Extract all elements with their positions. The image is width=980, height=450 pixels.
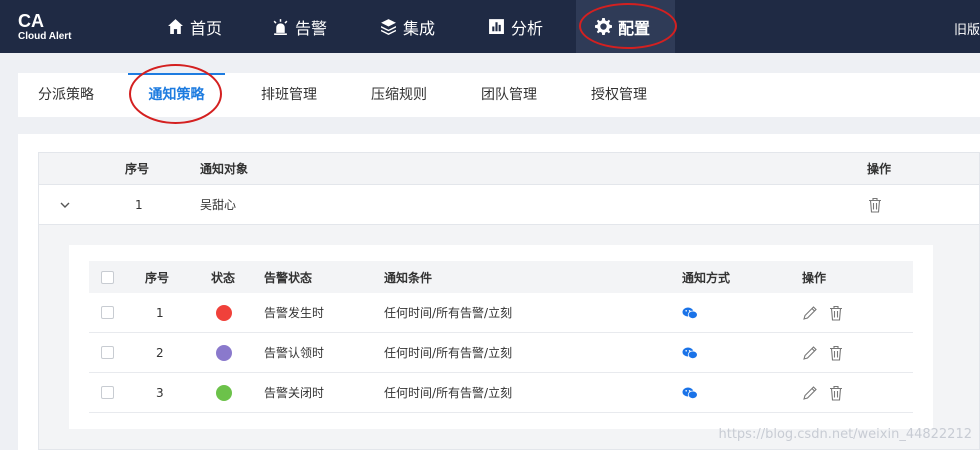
- trash-icon[interactable]: [828, 385, 844, 401]
- row-index: 1: [135, 197, 143, 212]
- tab-dispatch-policy[interactable]: 分派策略: [38, 73, 94, 117]
- header-status: 状态: [211, 270, 236, 285]
- table-row: 1 告警发生时 任何时间/所有告警/立刻: [89, 293, 913, 333]
- table-row: 3 告警关闭时 任何时间/所有告警/立刻: [89, 373, 913, 413]
- expand-toggle[interactable]: [57, 185, 73, 224]
- nav-item-alarm[interactable]: 告警: [272, 0, 327, 53]
- trash-icon[interactable]: [828, 305, 844, 321]
- rule-alert-status: 告警认领时: [264, 346, 325, 360]
- layers-icon: [381, 19, 396, 35]
- tab-compress-rules[interactable]: 压缩规则: [371, 73, 427, 117]
- watermark: https://blog.csdn.net/weixin_44822212: [718, 427, 972, 442]
- rule-alert-status: 告警关闭时: [264, 386, 325, 400]
- edit-icon[interactable]: [802, 385, 818, 401]
- trash-icon[interactable]: [828, 345, 844, 361]
- policy-table-header: 序号 通知对象 操作: [39, 153, 979, 185]
- row-target: 吴甜心: [200, 198, 237, 212]
- rule-index: 3: [156, 385, 164, 400]
- tab-team[interactable]: 团队管理: [481, 73, 537, 117]
- row-checkbox[interactable]: [101, 386, 114, 399]
- nav-label-integration: 集成: [403, 18, 436, 38]
- row-checkbox[interactable]: [101, 306, 114, 319]
- wechat-icon: [682, 307, 698, 319]
- nav-label-alarm: 告警: [295, 18, 328, 38]
- brand-logo[interactable]: CA Cloud Alert: [18, 11, 72, 43]
- brand-subtitle: Cloud Alert: [18, 31, 72, 42]
- row-checkbox[interactable]: [101, 346, 114, 359]
- chart-icon: [489, 19, 504, 34]
- old-version-link[interactable]: 旧版: [954, 19, 980, 38]
- nav-label-home: 首页: [190, 18, 223, 38]
- delete-policy-button[interactable]: [867, 185, 883, 224]
- tab-schedule[interactable]: 排班管理: [261, 73, 317, 117]
- status-dot: [216, 384, 232, 401]
- select-all-checkbox[interactable]: [101, 270, 114, 284]
- rule-condition: 任何时间/所有告警/立刻: [384, 306, 513, 320]
- edit-icon[interactable]: [802, 345, 818, 361]
- rule-index: 1: [156, 305, 164, 320]
- rule-condition: 任何时间/所有告警/立刻: [384, 346, 513, 360]
- main-panel: 序号 通知对象 操作 1 吴甜心 序号 状态 告警状态 通知条件 通知方式 操作: [18, 134, 980, 450]
- wechat-icon: [682, 347, 698, 359]
- header-target: 通知对象: [200, 162, 249, 176]
- annotation-circle-config: [579, 3, 677, 49]
- wechat-icon: [682, 387, 698, 399]
- header-index: 序号: [125, 162, 150, 176]
- rule-index: 2: [156, 345, 164, 360]
- rule-condition: 任何时间/所有告警/立刻: [384, 386, 513, 400]
- status-dot: [216, 344, 232, 361]
- header-condition: 通知条件: [384, 270, 433, 285]
- top-navbar: CA Cloud Alert 首页 告警 集成 分析 配置 旧版: [0, 0, 980, 53]
- nav-item-analysis[interactable]: 分析: [488, 0, 543, 53]
- header-actions: 操作: [867, 162, 892, 176]
- policy-row: 1 吴甜心: [39, 185, 979, 225]
- nav-label-analysis: 分析: [511, 18, 544, 38]
- trash-icon: [869, 197, 881, 213]
- nav-item-integration[interactable]: 集成: [380, 0, 435, 53]
- header-alert-status: 告警状态: [264, 270, 313, 285]
- header-method: 通知方式: [682, 270, 731, 285]
- tab-authorization[interactable]: 授权管理: [591, 73, 647, 117]
- annotation-circle-notify-tab: [129, 64, 222, 124]
- header-rule-index: 序号: [145, 270, 170, 285]
- rule-alert-status: 告警发生时: [264, 306, 325, 320]
- table-row: 2 告警认领时 任何时间/所有告警/立刻: [89, 333, 913, 373]
- status-dot: [216, 304, 232, 321]
- header-rule-actions: 操作: [802, 270, 827, 285]
- home-icon: [168, 19, 183, 34]
- edit-icon[interactable]: [802, 305, 818, 321]
- brand-title: CA: [18, 11, 44, 31]
- nav-item-home[interactable]: 首页: [167, 0, 222, 53]
- rules-table-header: 序号 状态 告警状态 通知条件 通知方式 操作: [89, 261, 913, 293]
- chevron-down-icon: [60, 202, 70, 208]
- policy-table: 序号 通知对象 操作 1 吴甜心 序号 状态 告警状态 通知条件 通知方式 操作: [38, 152, 980, 450]
- alarm-icon: [273, 19, 288, 35]
- rules-card: 序号 状态 告警状态 通知条件 通知方式 操作 1 告警发生时 任何时间/所有告…: [69, 245, 933, 429]
